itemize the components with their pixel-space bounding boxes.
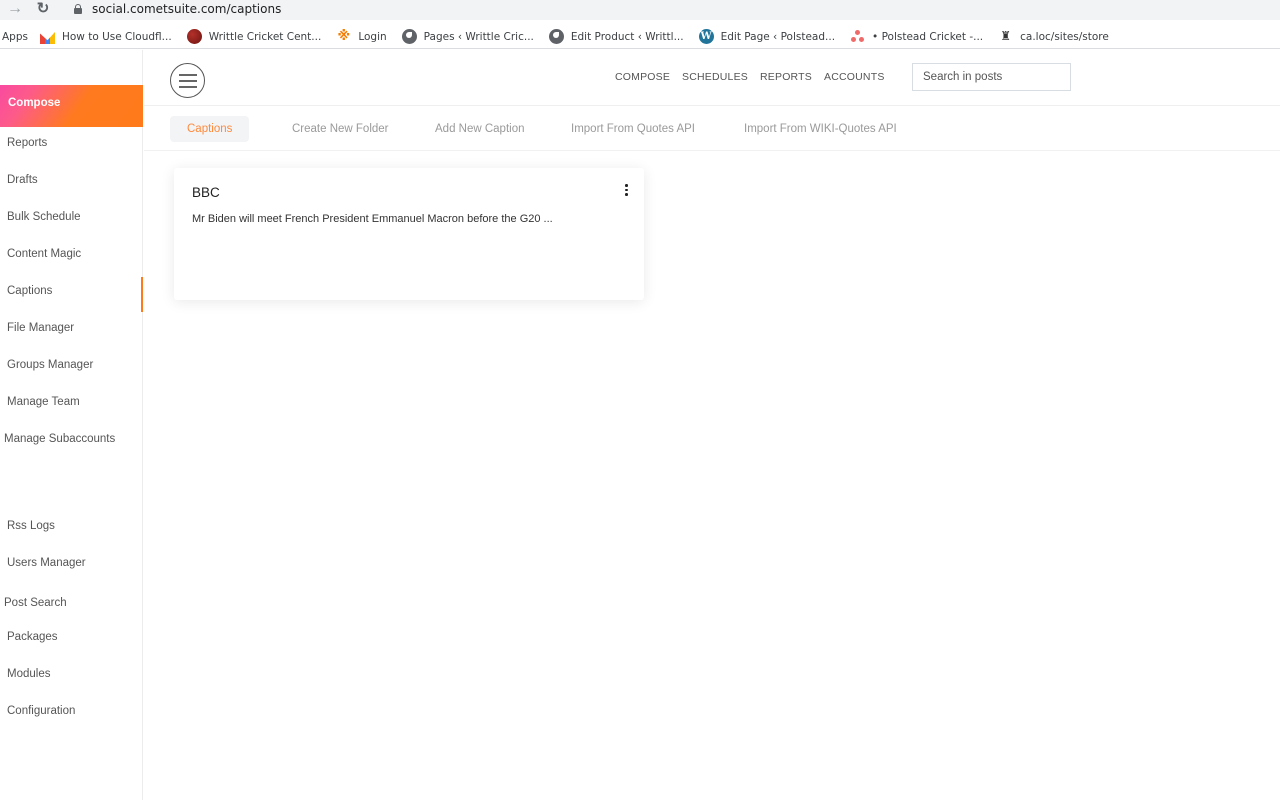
hamburger-icon <box>179 74 197 76</box>
sidebar-item-users-manager[interactable]: Users Manager <box>7 557 86 569</box>
top-header: COMPOSE SCHEDULES REPORTS ACCOUNTS <box>144 50 1280 106</box>
top-nav-compose[interactable]: COMPOSE <box>615 71 670 83</box>
url-text: social.cometsuite.com/captions <box>92 2 282 16</box>
bookmark-label: Login <box>358 30 387 43</box>
address-bar[interactable]: social.cometsuite.com/captions <box>62 0 1280 20</box>
tab-add-new-caption[interactable]: Add New Caption <box>435 116 525 142</box>
top-nav-schedules[interactable]: SCHEDULES <box>682 71 748 83</box>
bookmark-login[interactable]: ※ Login <box>336 29 387 44</box>
caption-title: BBC <box>192 185 220 200</box>
menu-toggle-button[interactable] <box>170 63 205 98</box>
bookmark-label: Writtle Cricket Cent... <box>208 30 322 43</box>
hamburger-line <box>179 80 197 82</box>
sidebar-item-drafts[interactable]: Drafts <box>7 174 38 186</box>
active-item-indicator <box>141 277 143 312</box>
wordpress-icon: W <box>698 29 714 44</box>
bookmark-label: Edit Product ‹ Writtl... <box>570 30 684 43</box>
sidebar-item-modules[interactable]: Modules <box>7 668 50 680</box>
bookmark-label: Edit Page ‹ Polstead... <box>720 30 836 43</box>
asana-icon <box>850 29 865 44</box>
sidebar-item-manage-team[interactable]: Manage Team <box>7 396 80 408</box>
bookmark-polstead-cricket[interactable]: • Polstead Cricket -... <box>850 29 983 44</box>
bookmark-label: How to Use Cloudfl... <box>61 30 172 43</box>
top-nav-reports[interactable]: REPORTS <box>760 71 812 83</box>
sidebar-item-captions[interactable]: Captions <box>7 285 52 297</box>
bookmark-store[interactable]: ♜ ca.loc/sites/store <box>998 29 1109 44</box>
sidebar-item-rss-logs[interactable]: Rss Logs <box>7 520 55 532</box>
search-box <box>912 63 1071 91</box>
sidebar-item-file-manager[interactable]: File Manager <box>7 322 74 334</box>
tab-captions[interactable]: Captions <box>170 116 250 142</box>
sidebar-item-bulk-schedule[interactable]: Bulk Schedule <box>7 211 81 223</box>
sidebar-item-manage-subaccounts[interactable]: Manage Subaccounts <box>4 433 115 445</box>
bookmark-cloudflare[interactable]: How to Use Cloudfl... <box>39 29 172 44</box>
sidebar-item-reports[interactable]: Reports <box>7 137 47 149</box>
sidebar-item-packages[interactable]: Packages <box>7 631 58 643</box>
bookmark-pages[interactable]: Pages ‹ Writtle Cric... <box>401 29 534 44</box>
bookmark-label: Pages ‹ Writtle Cric... <box>423 30 534 43</box>
sidebar-item-groups-manager[interactable]: Groups Manager <box>7 359 93 371</box>
hamburger-line <box>179 86 197 88</box>
caption-text: Mr Biden will meet French President Emma… <box>192 213 553 225</box>
reload-icon[interactable]: ↻ <box>34 0 52 18</box>
lock-icon <box>74 4 82 14</box>
bookmark-apps[interactable]: Apps <box>2 31 28 43</box>
bookmark-edit-page[interactable]: W Edit Page ‹ Polstead... <box>698 29 836 44</box>
sidebar-item-post-search[interactable]: Post Search <box>4 597 67 609</box>
sidebar-item-content-magic[interactable]: Content Magic <box>7 248 81 260</box>
bookmark-label: • Polstead Cricket -... <box>872 30 984 43</box>
login-icon: ※ <box>337 29 351 44</box>
bookmark-edit-product[interactable]: Edit Product ‹ Writtl... <box>548 29 684 44</box>
tab-import-quotes-api[interactable]: Import From Quotes API <box>571 116 695 142</box>
more-options-icon[interactable] <box>620 182 632 198</box>
cloudflare-icon <box>39 32 55 44</box>
sidebar-item-configuration[interactable]: Configuration <box>7 705 75 717</box>
tab-import-wiki-quotes-api[interactable]: Import From WIKI-Quotes API <box>744 116 897 142</box>
bookmarks-bar: Apps How to Use Cloudfl... Writtle Crick… <box>0 25 1280 49</box>
globe-icon <box>548 29 564 44</box>
bookmark-writtle-cricket[interactable]: Writtle Cricket Cent... <box>186 29 322 44</box>
sidebar: Compose Reports Drafts Bulk Schedule Con… <box>0 50 143 800</box>
forward-arrow-icon[interactable]: → <box>6 0 24 18</box>
main-content: BBC Mr Biden will meet French President … <box>144 152 1280 800</box>
cricket-ball-icon <box>186 29 202 44</box>
bookmark-label: Apps <box>2 30 28 43</box>
globe-icon <box>401 29 417 44</box>
bookmark-label: ca.loc/sites/store <box>1020 30 1109 43</box>
browser-toolbar: → ↻ social.cometsuite.com/captions <box>0 0 1280 20</box>
caption-card[interactable]: BBC Mr Biden will meet French President … <box>174 168 644 300</box>
captions-subnav: Captions Create New Folder Add New Capti… <box>144 107 1280 151</box>
store-icon: ♜ <box>1000 29 1011 43</box>
compose-button[interactable]: Compose <box>0 85 143 127</box>
search-input[interactable] <box>913 64 1070 90</box>
top-nav-accounts[interactable]: ACCOUNTS <box>824 71 885 83</box>
tab-create-new-folder[interactable]: Create New Folder <box>292 116 389 142</box>
